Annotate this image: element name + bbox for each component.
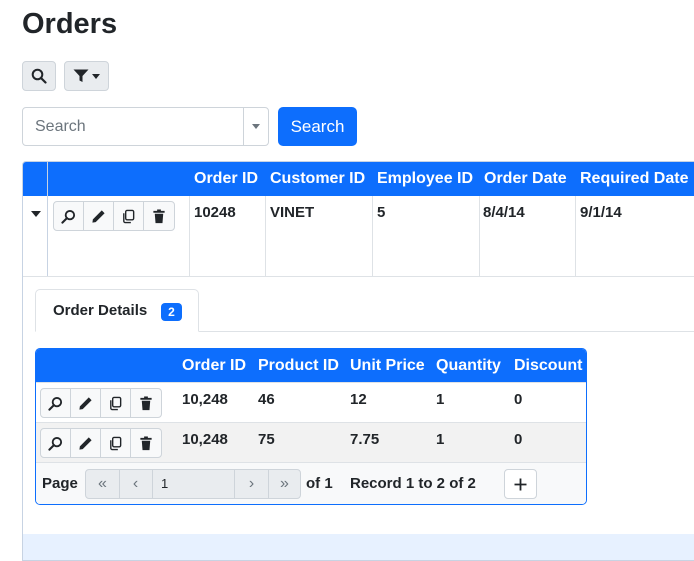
order-details-header: Order ID Product ID Unit Price Quantity …	[36, 349, 586, 382]
cell-order-date: 8/4/14	[483, 204, 525, 221]
page-title: Orders	[22, 8, 118, 40]
column-header-discount[interactable]: Discount	[511, 349, 582, 382]
cell-order-id: 10248	[194, 204, 236, 221]
search-toggle-button[interactable]	[22, 61, 56, 91]
chevron-left-icon: ‹	[132, 475, 139, 492]
cell-product-id: 46	[258, 391, 275, 408]
row-action-group	[53, 201, 175, 231]
add-record-button[interactable]	[504, 469, 537, 499]
edit-row-button[interactable]	[71, 389, 101, 417]
search-button[interactable]: Search	[278, 107, 357, 146]
column-header-order-id[interactable]: Order ID	[190, 162, 258, 196]
cell-unit-price: 12	[350, 391, 367, 408]
expand-row-toggle[interactable]	[31, 204, 41, 222]
column-header-quantity[interactable]: Quantity	[433, 349, 501, 382]
edit-row-button[interactable]	[71, 429, 101, 457]
delete-row-button[interactable]	[131, 389, 161, 417]
column-header-product-id[interactable]: Product ID	[255, 349, 339, 382]
cell-customer-id: VINET	[270, 204, 315, 221]
column-header-order-id[interactable]: Order ID	[179, 349, 246, 382]
edit-icon	[79, 436, 92, 450]
delete-icon	[140, 395, 152, 410]
table-row: 10,248 75 7.75 1 0	[36, 422, 586, 462]
view-icon	[48, 436, 63, 451]
column-header-employee-id[interactable]: Employee ID	[373, 162, 473, 196]
delete-row-button[interactable]	[131, 429, 161, 457]
view-row-button[interactable]	[41, 389, 71, 417]
cell-required-date: 9/1/14	[580, 204, 622, 221]
row-action-group	[40, 428, 162, 458]
copy-row-button[interactable]	[101, 429, 131, 457]
plus-icon	[514, 478, 527, 490]
pager: Page « ‹ 1 › » of 1 Record 1 to 2 of 2	[36, 462, 586, 504]
tab-label: Order Details	[53, 302, 148, 319]
table-row: 10,248 46 12 1 0	[36, 382, 586, 422]
view-row-button[interactable]	[41, 429, 71, 457]
count-badge: 2	[161, 303, 182, 321]
cell-order-id: 10,248	[182, 391, 228, 408]
delete-row-button[interactable]	[144, 202, 174, 230]
copy-icon	[110, 396, 122, 410]
order-details-grid: Order ID Product ID Unit Price Quantity …	[35, 348, 587, 505]
search-options-dropdown[interactable]	[243, 108, 268, 145]
copy-icon	[123, 209, 135, 223]
cell-quantity: 1	[436, 431, 445, 448]
column-header-customer-id[interactable]: Customer ID	[266, 162, 365, 196]
search-icon	[31, 68, 47, 84]
page-label: Page	[42, 475, 78, 492]
row-action-group	[40, 388, 162, 418]
column-header-required-date[interactable]: Required Date	[576, 162, 688, 196]
page-number-input[interactable]: 1	[152, 470, 235, 498]
search-input[interactable]	[23, 108, 243, 145]
next-page-button[interactable]: ›	[235, 470, 269, 498]
edit-icon	[79, 396, 92, 410]
copy-row-button[interactable]	[101, 389, 131, 417]
cell-discount: 0	[514, 391, 523, 408]
view-icon	[48, 396, 63, 411]
double-chevron-left-icon: «	[98, 475, 107, 492]
page-count-label: of 1	[306, 475, 333, 492]
last-page-button[interactable]: »	[268, 470, 301, 498]
cell-unit-price: 7.75	[350, 431, 380, 448]
copy-row-button[interactable]	[114, 202, 144, 230]
column-header-order-date[interactable]: Order Date	[480, 162, 567, 196]
caret-down-icon	[92, 73, 100, 79]
cell-discount: 0	[514, 431, 523, 448]
view-row-button[interactable]	[54, 202, 84, 230]
page-navigation: « ‹ 1 › »	[85, 469, 301, 499]
tab-order-details[interactable]: Order Details 2	[35, 289, 199, 332]
caret-down-icon	[31, 211, 41, 217]
caret-down-icon	[252, 124, 260, 129]
orders-grid-header: Order ID Customer ID Employee ID Order D…	[23, 162, 694, 196]
copy-icon	[110, 436, 122, 450]
grid-footer	[23, 534, 694, 560]
previous-page-button[interactable]: ‹	[119, 470, 152, 498]
cell-employee-id: 5	[377, 204, 386, 221]
cell-quantity: 1	[436, 391, 445, 408]
first-page-button[interactable]: «	[86, 470, 120, 498]
double-chevron-right-icon: »	[280, 475, 289, 492]
edit-icon	[92, 209, 105, 223]
search-box	[22, 107, 269, 146]
orders-grid: Order ID Customer ID Employee ID Order D…	[22, 161, 694, 561]
cell-product-id: 75	[258, 431, 275, 448]
filter-dropdown-button[interactable]	[64, 61, 109, 91]
cell-order-id: 10,248	[182, 431, 228, 448]
edit-row-button[interactable]	[84, 202, 114, 230]
chevron-right-icon: ›	[248, 475, 255, 492]
delete-icon	[153, 208, 165, 223]
record-count-label: Record 1 to 2 of 2	[350, 475, 476, 492]
column-header-unit-price[interactable]: Unit Price	[347, 349, 425, 382]
view-icon	[61, 209, 76, 224]
delete-icon	[140, 435, 152, 450]
filter-icon	[73, 69, 89, 82]
